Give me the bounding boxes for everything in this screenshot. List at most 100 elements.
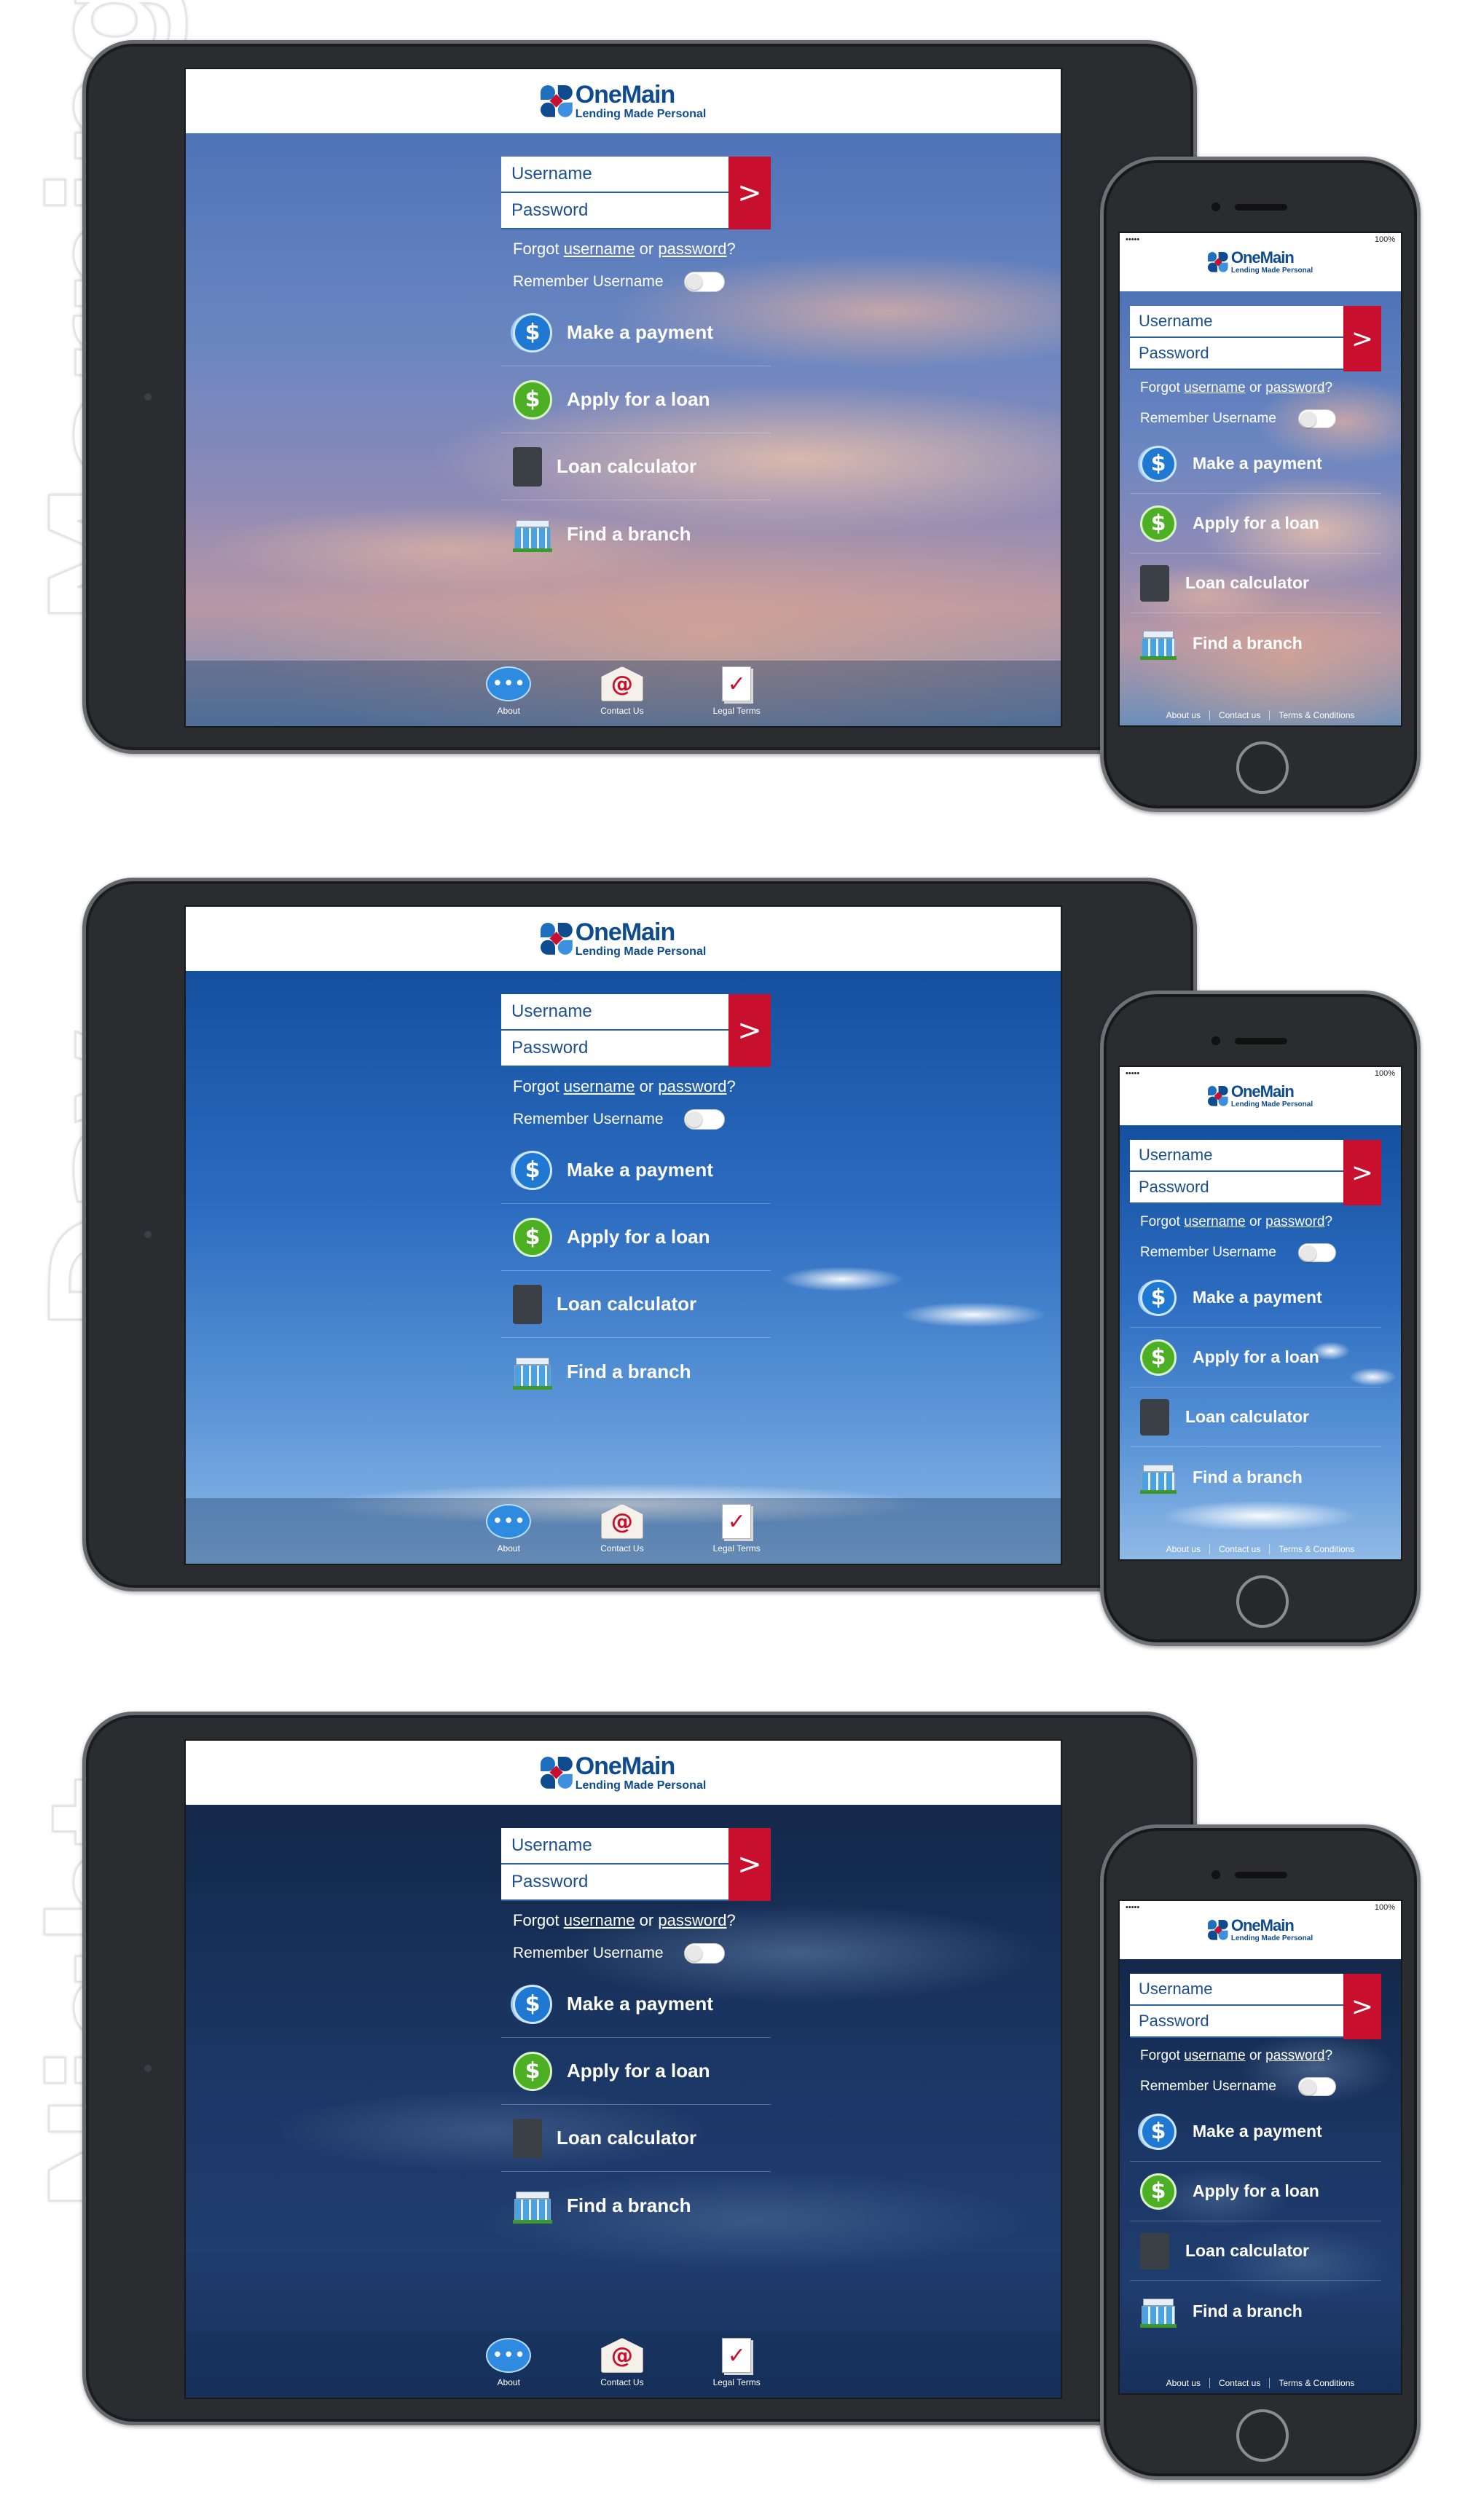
- menu-item-1[interactable]: $ Apply for a loan: [1130, 494, 1381, 554]
- login-submit-button[interactable]: >: [728, 157, 771, 229]
- onemain-logo: OneMain Lending Made Personal: [540, 918, 706, 958]
- menu-item-3[interactable]: Find a branch: [501, 1338, 771, 1405]
- menu-item-label: Loan calculator: [1185, 573, 1309, 592]
- app-header: OneMain Lending Made Personal: [186, 1741, 1061, 1805]
- password-input[interactable]: [1130, 1172, 1343, 1204]
- home-button[interactable]: [1236, 2409, 1289, 2462]
- home-button[interactable]: [1236, 1575, 1289, 1628]
- remember-username-toggle[interactable]: [683, 272, 725, 292]
- menu-item-2[interactable]: Loan calculator: [501, 433, 771, 500]
- menu-item-3[interactable]: Find a branch: [1130, 2281, 1381, 2341]
- footer-item-0[interactable]: ••• About: [486, 1504, 532, 1564]
- menu-item-0[interactable]: $ Make a payment: [501, 299, 771, 366]
- password-input[interactable]: [501, 1865, 728, 1901]
- forgot-password-link[interactable]: password: [658, 1911, 726, 1929]
- status-bar: ••••• 100%: [1120, 1901, 1401, 1914]
- phone-footer-link-2[interactable]: Terms & Conditions: [1270, 710, 1363, 720]
- forgot-password-link[interactable]: password: [1265, 1214, 1324, 1229]
- menu-item-0[interactable]: $ Make a payment: [1130, 1268, 1381, 1328]
- forgot-username-link[interactable]: username: [564, 1911, 635, 1929]
- menu-item-0[interactable]: $ Make a payment: [501, 1137, 771, 1204]
- footer-item-2[interactable]: ✓ Legal Terms: [713, 666, 761, 726]
- footer-item-2[interactable]: ✓ Legal Terms: [713, 1504, 761, 1564]
- login-submit-button[interactable]: >: [728, 994, 771, 1067]
- menu-item-2[interactable]: Loan calculator: [501, 2105, 771, 2172]
- menu-item-0[interactable]: $ Make a payment: [1130, 2102, 1381, 2162]
- footer-item-label: Contact Us: [600, 2377, 644, 2387]
- forgot-username-link[interactable]: username: [1184, 2048, 1246, 2063]
- forgot-or: or: [1245, 1214, 1266, 1229]
- footer-item-1[interactable]: @ Contact Us: [600, 1504, 644, 1564]
- phone-footer-link-0[interactable]: About us: [1158, 2378, 1210, 2388]
- footer-item-0[interactable]: ••• About: [486, 666, 532, 726]
- remember-username-toggle[interactable]: [1297, 2077, 1336, 2096]
- footer-item-1[interactable]: @ Contact Us: [600, 666, 644, 726]
- login-submit-button[interactable]: >: [728, 1828, 771, 1901]
- signal-indicator: •••••: [1126, 1903, 1140, 1912]
- password-input[interactable]: [501, 193, 728, 229]
- menu-item-3[interactable]: Find a branch: [501, 2172, 771, 2239]
- forgot-username-link[interactable]: username: [564, 240, 635, 258]
- remember-username-toggle[interactable]: [683, 1109, 725, 1130]
- forgot-password-link[interactable]: password: [658, 240, 726, 258]
- menu-item-2[interactable]: Loan calculator: [1130, 2221, 1381, 2281]
- quick-actions-menu: $ Make a payment $ Apply for a loan Loan cal…: [1130, 434, 1381, 673]
- menu-item-3[interactable]: Find a branch: [1130, 613, 1381, 673]
- menu-item-3[interactable]: Find a branch: [1130, 1447, 1381, 1507]
- phone-footer-link-1[interactable]: Contact us: [1210, 2378, 1271, 2388]
- payment-icon: $: [1140, 445, 1177, 482]
- menu-item-2[interactable]: Loan calculator: [1130, 554, 1381, 613]
- forgot-username-link[interactable]: username: [1184, 380, 1246, 395]
- username-input[interactable]: [1130, 306, 1343, 338]
- forgot-password-link[interactable]: password: [1265, 380, 1324, 395]
- username-input[interactable]: [501, 1828, 728, 1865]
- menu-item-2[interactable]: Loan calculator: [501, 1271, 771, 1338]
- forgot-username-link[interactable]: username: [1184, 1214, 1246, 1229]
- remember-username-toggle[interactable]: [1297, 1243, 1336, 1262]
- username-input[interactable]: [501, 157, 728, 193]
- phone-footer-link-2[interactable]: Terms & Conditions: [1270, 2378, 1363, 2388]
- footer-item-0[interactable]: ••• About: [486, 2338, 532, 2398]
- menu-item-1[interactable]: $ Apply for a loan: [1130, 1328, 1381, 1387]
- password-input[interactable]: [1130, 338, 1343, 370]
- onemain-logo-mark-icon: [1207, 1920, 1228, 1940]
- remember-username-toggle[interactable]: [1297, 409, 1336, 428]
- brand-name: OneMain: [575, 918, 676, 946]
- app-header: ••••• 100% OneMain Lending Made Personal: [1120, 1901, 1401, 1952]
- username-input[interactable]: [1130, 1974, 1343, 2006]
- username-input[interactable]: [1130, 1140, 1343, 1172]
- phone-footer-link-1[interactable]: Contact us: [1210, 1544, 1271, 1554]
- menu-item-0[interactable]: $ Make a payment: [1130, 434, 1381, 494]
- menu-item-1[interactable]: $ Apply for a loan: [1130, 2162, 1381, 2221]
- forgot-credentials: Forgot username or password?: [1140, 1214, 1381, 1230]
- forgot-suffix: ?: [1324, 1214, 1333, 1229]
- password-input[interactable]: [501, 1031, 728, 1067]
- home-button[interactable]: [1236, 741, 1289, 794]
- forgot-username-link[interactable]: username: [564, 1077, 635, 1095]
- username-input[interactable]: [501, 994, 728, 1031]
- calculator-icon: [513, 2118, 542, 2158]
- phone-speaker: [1235, 204, 1287, 210]
- menu-item-label: Apply for a loan: [567, 388, 710, 410]
- menu-item-1[interactable]: $ Apply for a loan: [501, 2038, 771, 2105]
- phone-footer-link-1[interactable]: Contact us: [1210, 710, 1271, 720]
- password-input[interactable]: [1130, 2006, 1343, 2038]
- login-submit-button[interactable]: >: [1343, 1974, 1381, 2039]
- menu-item-0[interactable]: $ Make a payment: [501, 1971, 771, 2038]
- forgot-credentials: Forgot username or password?: [513, 1911, 771, 1930]
- menu-item-3[interactable]: Find a branch: [501, 500, 771, 567]
- menu-item-1[interactable]: $ Apply for a loan: [501, 366, 771, 433]
- menu-item-2[interactable]: Loan calculator: [1130, 1387, 1381, 1447]
- forgot-password-link[interactable]: password: [658, 1077, 726, 1095]
- phone-footer-link-0[interactable]: About us: [1158, 1544, 1210, 1554]
- login-submit-button[interactable]: >: [1343, 306, 1381, 371]
- footer-item-1[interactable]: @ Contact Us: [600, 2338, 644, 2398]
- login-submit-button[interactable]: >: [1343, 1140, 1381, 1205]
- footer-item-2[interactable]: ✓ Legal Terms: [713, 2338, 761, 2398]
- remember-username-toggle[interactable]: [683, 1943, 725, 1964]
- menu-item-1[interactable]: $ Apply for a loan: [501, 1204, 771, 1271]
- forgot-password-link[interactable]: password: [1265, 2048, 1324, 2063]
- phone-footer-link-0[interactable]: About us: [1158, 710, 1210, 720]
- remember-username-row: Remember Username: [513, 1943, 771, 1964]
- phone-footer-link-2[interactable]: Terms & Conditions: [1270, 1544, 1363, 1554]
